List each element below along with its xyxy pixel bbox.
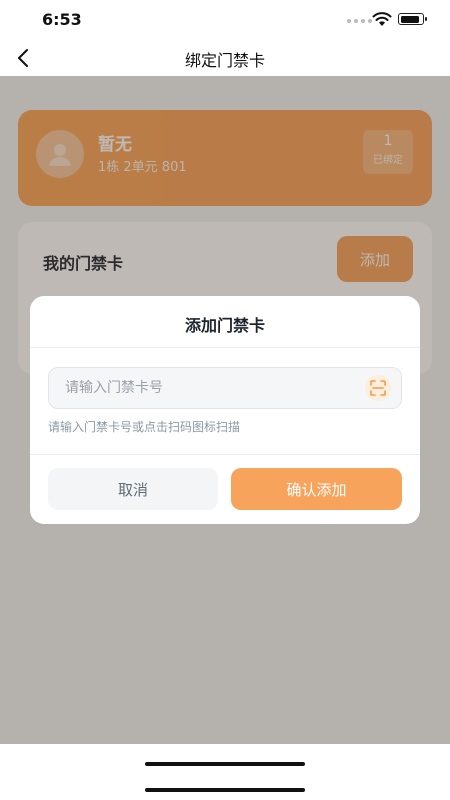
add-card-dialog: 添加门禁卡 请输入门禁卡号或点击扫码图标扫描 取消 确认添加 [30, 296, 420, 524]
bottom-bar [0, 744, 450, 800]
battery-icon [398, 13, 427, 25]
status-bar: 6:53 [0, 0, 450, 40]
nav-bar: 绑定门禁卡 [0, 40, 450, 76]
card-number-input[interactable] [49, 368, 349, 408]
wifi-icon [372, 12, 392, 26]
confirm-add-button[interactable]: 确认添加 [231, 468, 402, 510]
scan-button[interactable] [365, 375, 391, 401]
signal-icon [347, 19, 372, 23]
home-indicator[interactable] [145, 762, 305, 766]
card-number-field [48, 367, 402, 409]
divider [30, 347, 420, 348]
cancel-button[interactable]: 取消 [48, 468, 218, 510]
page-title: 绑定门禁卡 [184, 51, 265, 70]
divider [30, 454, 420, 455]
scan-icon [370, 380, 386, 396]
home-indicator-secondary [145, 788, 305, 792]
dialog-title: 添加门禁卡 [184, 316, 265, 335]
input-hint: 请输入门禁卡号或点击扫码图标扫描 [48, 420, 241, 434]
status-time: 6:53 [42, 10, 82, 29]
